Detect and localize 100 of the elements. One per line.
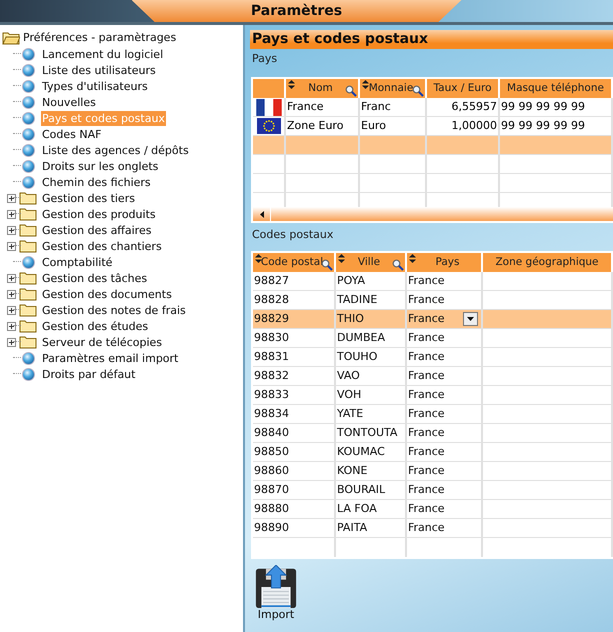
- save-upload-icon: [255, 565, 297, 609]
- tree-item[interactable]: Droits par défaut: [41, 366, 136, 382]
- tree-item[interactable]: Gestion des notes de frais: [41, 302, 187, 318]
- caret-icon: [467, 317, 474, 321]
- section-label: Pays: [252, 51, 278, 67]
- expand-icon[interactable]: [7, 322, 16, 330]
- bullet-icon: [22, 352, 34, 364]
- table-row[interactable]: 98840 TONTOUTA France: [253, 424, 613, 443]
- tree-item[interactable]: Serveur de télécopies: [41, 334, 164, 350]
- table-row[interactable]: 98833 VOH France: [253, 386, 613, 405]
- table-row[interactable]: 98870 BOURAIL France: [253, 481, 613, 500]
- table-cell-text: France: [408, 444, 445, 460]
- table-row[interactable]: 98831 TOUHO France: [253, 348, 613, 367]
- column-header[interactable]: Ville: [336, 253, 407, 272]
- column-header[interactable]: Code postal: [253, 253, 336, 272]
- tree-item[interactable]: Comptabilité: [41, 254, 114, 270]
- table-cell: 98870: [253, 481, 336, 499]
- table-row[interactable]: 98834 YATE France: [253, 405, 613, 424]
- table-cell: 98860: [253, 462, 336, 480]
- table-row[interactable]: 98850 KOUMAC France: [253, 443, 613, 462]
- table-cell: France: [286, 98, 360, 116]
- import-button[interactable]: Import: [255, 565, 297, 621]
- tree-item[interactable]: Lancement du logiciel: [41, 46, 164, 62]
- dropdown-button[interactable]: [463, 312, 478, 326]
- table-row[interactable]: 98880 LA FOA France: [253, 500, 613, 519]
- table-cell-text: France: [408, 292, 445, 308]
- tree-item[interactable]: Liste des agences / dépôts: [41, 142, 190, 158]
- bullet-icon: [22, 112, 34, 124]
- column-header[interactable]: Monnaie: [360, 79, 427, 98]
- flag-icon: [256, 118, 280, 134]
- tree-item[interactable]: Types d'utilisateurs: [41, 78, 149, 94]
- tree-item[interactable]: Gestion des produits: [41, 206, 157, 222]
- sort-icon[interactable]: [338, 254, 345, 263]
- tree-item[interactable]: Chemin des fichiers: [41, 174, 152, 190]
- table-cell: VAO: [336, 367, 407, 385]
- table-cell: TONTOUTA: [336, 424, 407, 442]
- table-cell: 98880: [253, 500, 336, 518]
- bullet-icon: [22, 80, 34, 92]
- search-icon[interactable]: [392, 259, 404, 271]
- tree-item[interactable]: Liste des utilisateurs: [41, 62, 157, 78]
- sort-icon[interactable]: [362, 80, 369, 89]
- table-cell: 98850: [253, 443, 336, 461]
- table-row[interactable]: 98829 THIO France: [253, 310, 613, 329]
- tree-item[interactable]: Gestion des affaires: [41, 222, 152, 238]
- horizontal-scrollbar[interactable]: [253, 207, 613, 221]
- expand-icon[interactable]: [7, 274, 16, 282]
- search-icon[interactable]: [321, 259, 333, 271]
- tree-item[interactable]: Codes NAF: [41, 126, 102, 142]
- search-icon[interactable]: [345, 85, 357, 97]
- sort-icon[interactable]: [288, 80, 295, 89]
- tree-item[interactable]: Gestion des documents: [41, 286, 173, 302]
- table-row[interactable]: 98832 VAO France: [253, 367, 613, 386]
- table-cell: 98840: [253, 424, 336, 442]
- folder-icon: [19, 191, 37, 205]
- folder-icon: [19, 335, 37, 349]
- tree-item[interactable]: Préférences - paramètrages: [23, 30, 176, 46]
- column-header[interactable]: Pays: [407, 253, 483, 272]
- bullet-icon: [22, 64, 34, 76]
- tree-item[interactable]: Gestion des tiers: [41, 190, 136, 206]
- bullet-icon: [22, 96, 34, 108]
- search-icon[interactable]: [412, 85, 424, 97]
- table-cell-text: France: [408, 330, 445, 346]
- table-cell: THIO: [336, 310, 407, 328]
- expand-icon[interactable]: [7, 226, 16, 234]
- table-row[interactable]: 98830 DUMBEA France: [253, 329, 613, 348]
- folder-icon: [19, 287, 37, 301]
- table-cell: PAITA: [336, 519, 407, 537]
- expand-icon[interactable]: [7, 242, 16, 250]
- table-cell: POYA: [336, 272, 407, 290]
- sort-icon[interactable]: [255, 254, 262, 263]
- table-row[interactable]: 98890 PAITA France: [253, 519, 613, 538]
- table-cell: DUMBEA: [336, 329, 407, 347]
- expand-icon[interactable]: [7, 290, 16, 298]
- sort-icon[interactable]: [409, 254, 416, 263]
- panel-title: Pays et codes postaux: [250, 30, 613, 49]
- table-cell: LA FOA: [336, 500, 407, 518]
- tree-item[interactable]: Droits sur les onglets: [41, 158, 160, 174]
- folder-icon: [19, 239, 37, 253]
- tree-item[interactable]: Nouvelles: [41, 94, 97, 110]
- expand-icon[interactable]: [7, 194, 16, 202]
- column-header[interactable]: Taux / Euro: [427, 79, 500, 98]
- table-cell: 98890: [253, 519, 336, 537]
- table-cell: KONE: [336, 462, 407, 480]
- expand-icon[interactable]: [7, 210, 16, 218]
- table-row[interactable]: 98827 POYA France: [253, 272, 613, 291]
- column-header[interactable]: Masque téléphone: [500, 79, 613, 98]
- expand-icon[interactable]: [7, 338, 16, 346]
- table-cell-text: France: [408, 482, 445, 498]
- folder-icon: [19, 207, 37, 221]
- column-header[interactable]: Zone géographique: [483, 253, 613, 272]
- scroll-left-icon[interactable]: [260, 210, 264, 218]
- tree-item[interactable]: Gestion des chantiers: [41, 238, 163, 254]
- window-title: Paramètres: [132, 0, 462, 22]
- column-header[interactable]: Nom: [286, 79, 360, 98]
- table-row[interactable]: 98860 KONE France: [253, 462, 613, 481]
- tree-item[interactable]: Gestion des tâches: [41, 270, 148, 286]
- tree-item[interactable]: Gestion des études: [41, 318, 150, 334]
- tree-item[interactable]: Paramètres email import: [41, 350, 180, 366]
- flag-icon: [254, 98, 282, 116]
- expand-icon[interactable]: [7, 306, 16, 314]
